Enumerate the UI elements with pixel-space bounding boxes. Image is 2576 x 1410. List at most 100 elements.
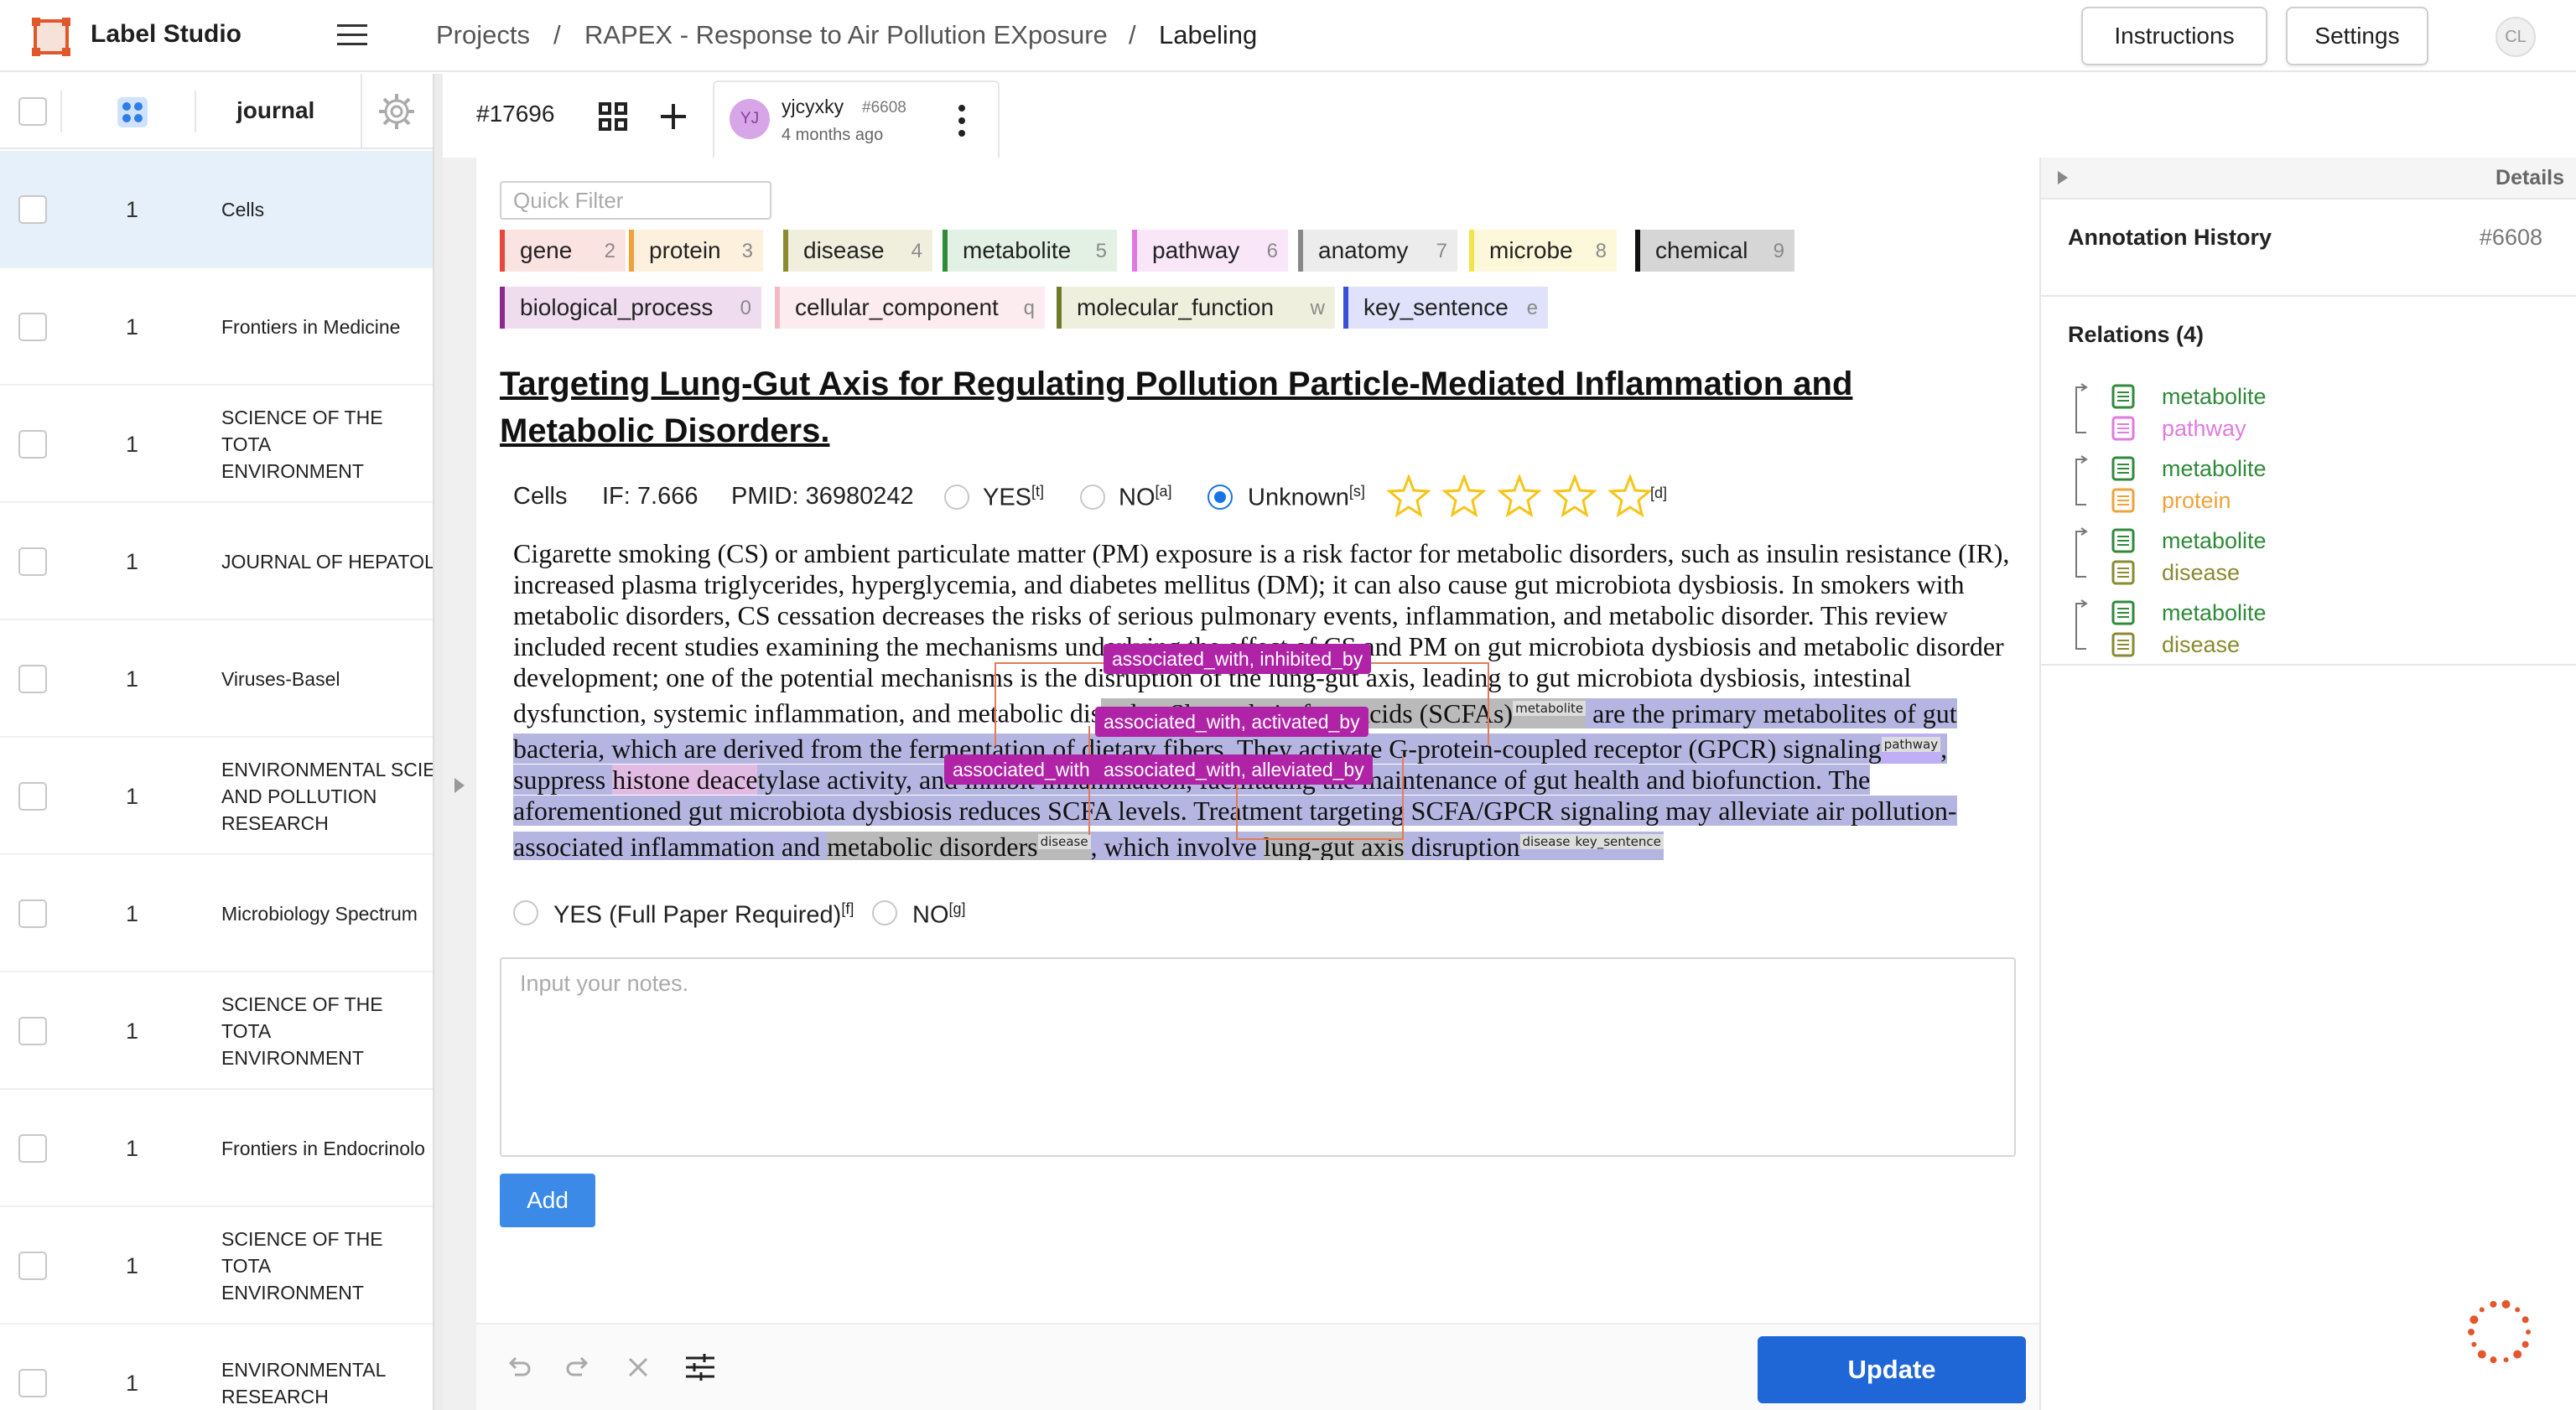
task-row[interactable]: 1 SCIENCE OF THE TOTA ENVIRONMENT [0,1207,436,1324]
task-row[interactable]: 1 SCIENCE OF THE TOTA ENVIRONMENT [0,972,436,1090]
relation-to: protein [2162,488,2231,513]
row-journal: ENVIRONMENTAL SCIE AND POLLUTION RESEARC… [221,759,436,834]
row-number: 1 [126,666,139,692]
quick-filter-input[interactable]: Quick Filter [500,181,771,220]
task-row[interactable]: 1 JOURNAL OF HEPATOL [0,503,436,620]
row-number: 1 [126,431,139,457]
annotation-tab[interactable]: YJ yjcyxky #6608 4 months ago [713,80,1000,158]
annotator-avatar: YJ [730,99,770,139]
task-row[interactable]: 1 SCIENCE OF THE TOTA ENVIRONMENT [0,386,436,503]
relevance-no-radio[interactable] [1080,485,1105,510]
label-gene[interactable]: gene 2 [500,230,626,272]
row-checkbox[interactable] [18,1017,47,1045]
details-header: Details [2041,158,2576,200]
relevance-yes-radio[interactable] [944,485,969,510]
row-checkbox[interactable] [18,899,47,928]
select-all-checkbox[interactable] [18,97,47,126]
task-row[interactable]: 1 Viruses-Basel [0,620,436,738]
gear-icon[interactable] [377,92,416,131]
label-biological-process[interactable]: biological_process 0 [500,287,761,329]
task-row[interactable]: 1 Cells [0,151,436,268]
task-row[interactable]: 1 Frontiers in Endocrinolo [0,1090,436,1207]
grid-icon[interactable] [599,102,627,131]
label-anatomy[interactable]: anatomy 7 [1298,230,1457,272]
label-key-sentence[interactable]: key_sentence e [1343,287,1548,329]
instructions-button[interactable]: Instructions [2081,7,2267,65]
row-checkbox[interactable] [18,1134,47,1163]
expand-arrow-icon[interactable] [453,776,466,795]
relation-to: pathway [2162,416,2246,441]
add-note-button[interactable]: Add [500,1174,595,1227]
breadcrumb-labeling: Labeling [1159,20,1258,49]
journal-column-header[interactable]: journal [236,97,314,124]
task-row[interactable]: 1 Microbiology Spectrum [0,855,436,972]
top-header: Label Studio Projects / RAPEX - Response… [0,0,2576,72]
label-pathway[interactable]: pathway 6 [1132,230,1288,272]
task-row[interactable]: 1 Frontiers in Medicine [0,268,436,386]
label-hotkey: 6 [1266,240,1278,262]
brand-name: Label Studio [91,20,242,48]
label-studio-logo-icon [32,18,70,56]
plus-icon[interactable] [659,102,688,131]
row-checkbox[interactable] [18,782,47,811]
relation-arrow-icon [2075,527,2088,578]
relevance-unknown-radio[interactable] [1208,485,1233,510]
star-icon[interactable] [1608,474,1652,518]
row-checkbox[interactable] [18,1252,47,1280]
breadcrumb-project[interactable]: RAPEX - Response to Air Pollution EXposu… [584,20,1108,50]
update-button[interactable]: Update [1758,1336,2026,1403]
row-journal: SCIENCE OF THE TOTA ENVIRONMENT [221,1228,383,1304]
label-name: gene [520,237,573,263]
relation-label[interactable]: associated_with, alleviated_by [1095,754,1373,785]
row-checkbox[interactable] [18,665,47,693]
relation-label[interactable]: associated_with, activated_by [1095,707,1368,737]
relation-to: disease [2162,560,2241,585]
task-list: journal 1 Cells 1 Frontiers in Medicine 1 SCI… [0,74,436,1410]
label-metabolite[interactable]: metabolite 5 [943,230,1117,272]
row-checkbox[interactable] [18,313,47,341]
menu-icon[interactable] [335,22,369,49]
star-icon[interactable] [1498,474,1541,518]
label-protein[interactable]: protein 3 [629,230,763,272]
breadcrumb-projects[interactable]: Projects [436,20,530,50]
row-checkbox[interactable] [18,195,47,224]
label-disease[interactable]: disease 4 [783,230,932,272]
pathway-region[interactable]: pathway [1881,734,1941,765]
task-row[interactable]: 1 ENVIRONMENTAL RESEARCH [0,1324,436,1410]
row-checkbox[interactable] [18,430,47,459]
task-id: #17696 [476,101,555,127]
protein-region[interactable]: histone deace [612,765,758,796]
divider [2041,295,2576,297]
settings-button[interactable]: Settings [2286,7,2428,65]
reset-icon[interactable] [627,1356,649,1378]
grid-view-icon[interactable] [117,97,148,127]
task-row[interactable]: 1 ENVIRONMENTAL SCIE AND POLLUTION RESEAR… [0,738,436,855]
star-icon[interactable] [1553,474,1597,518]
user-avatar[interactable]: CL [2496,17,2536,57]
row-checkbox[interactable] [18,547,47,576]
panel-resizer[interactable] [433,74,443,1410]
disease-region[interactable]: metabolic disorders disease [827,831,1091,860]
label-molecular-function[interactable]: molecular_function w [1057,287,1335,329]
settings-sliders-icon[interactable] [684,1353,716,1381]
label-name: key_sentence [1363,294,1509,320]
redo-icon[interactable] [565,1353,592,1380]
fulltext-no-radio[interactable] [872,900,897,925]
more-options-icon[interactable] [958,104,966,137]
annotation-history-title[interactable]: Annotation History [2068,225,2272,251]
relation-label[interactable]: associated_with [944,754,1098,785]
fulltext-yes-radio[interactable] [513,900,538,925]
row-checkbox[interactable] [18,1369,47,1397]
notes-textarea[interactable]: Input your notes. [500,957,2016,1157]
undo-icon[interactable] [505,1353,532,1380]
label-microbe[interactable]: microbe 8 [1469,230,1617,272]
collapse-strip[interactable] [443,158,476,1410]
rating-hotkey: [d] [1650,485,1668,501]
collapse-arrow-icon[interactable] [2056,169,2070,186]
star-icon[interactable] [1442,474,1486,518]
loading-spinner-icon [2468,1299,2531,1364]
label-cellular-component[interactable]: cellular_component q [775,287,1045,329]
star-icon[interactable] [1387,474,1431,518]
label-chemical[interactable]: chemical 9 [1635,230,1794,272]
relation-label[interactable]: associated_with, inhibited_by [1104,644,1372,674]
